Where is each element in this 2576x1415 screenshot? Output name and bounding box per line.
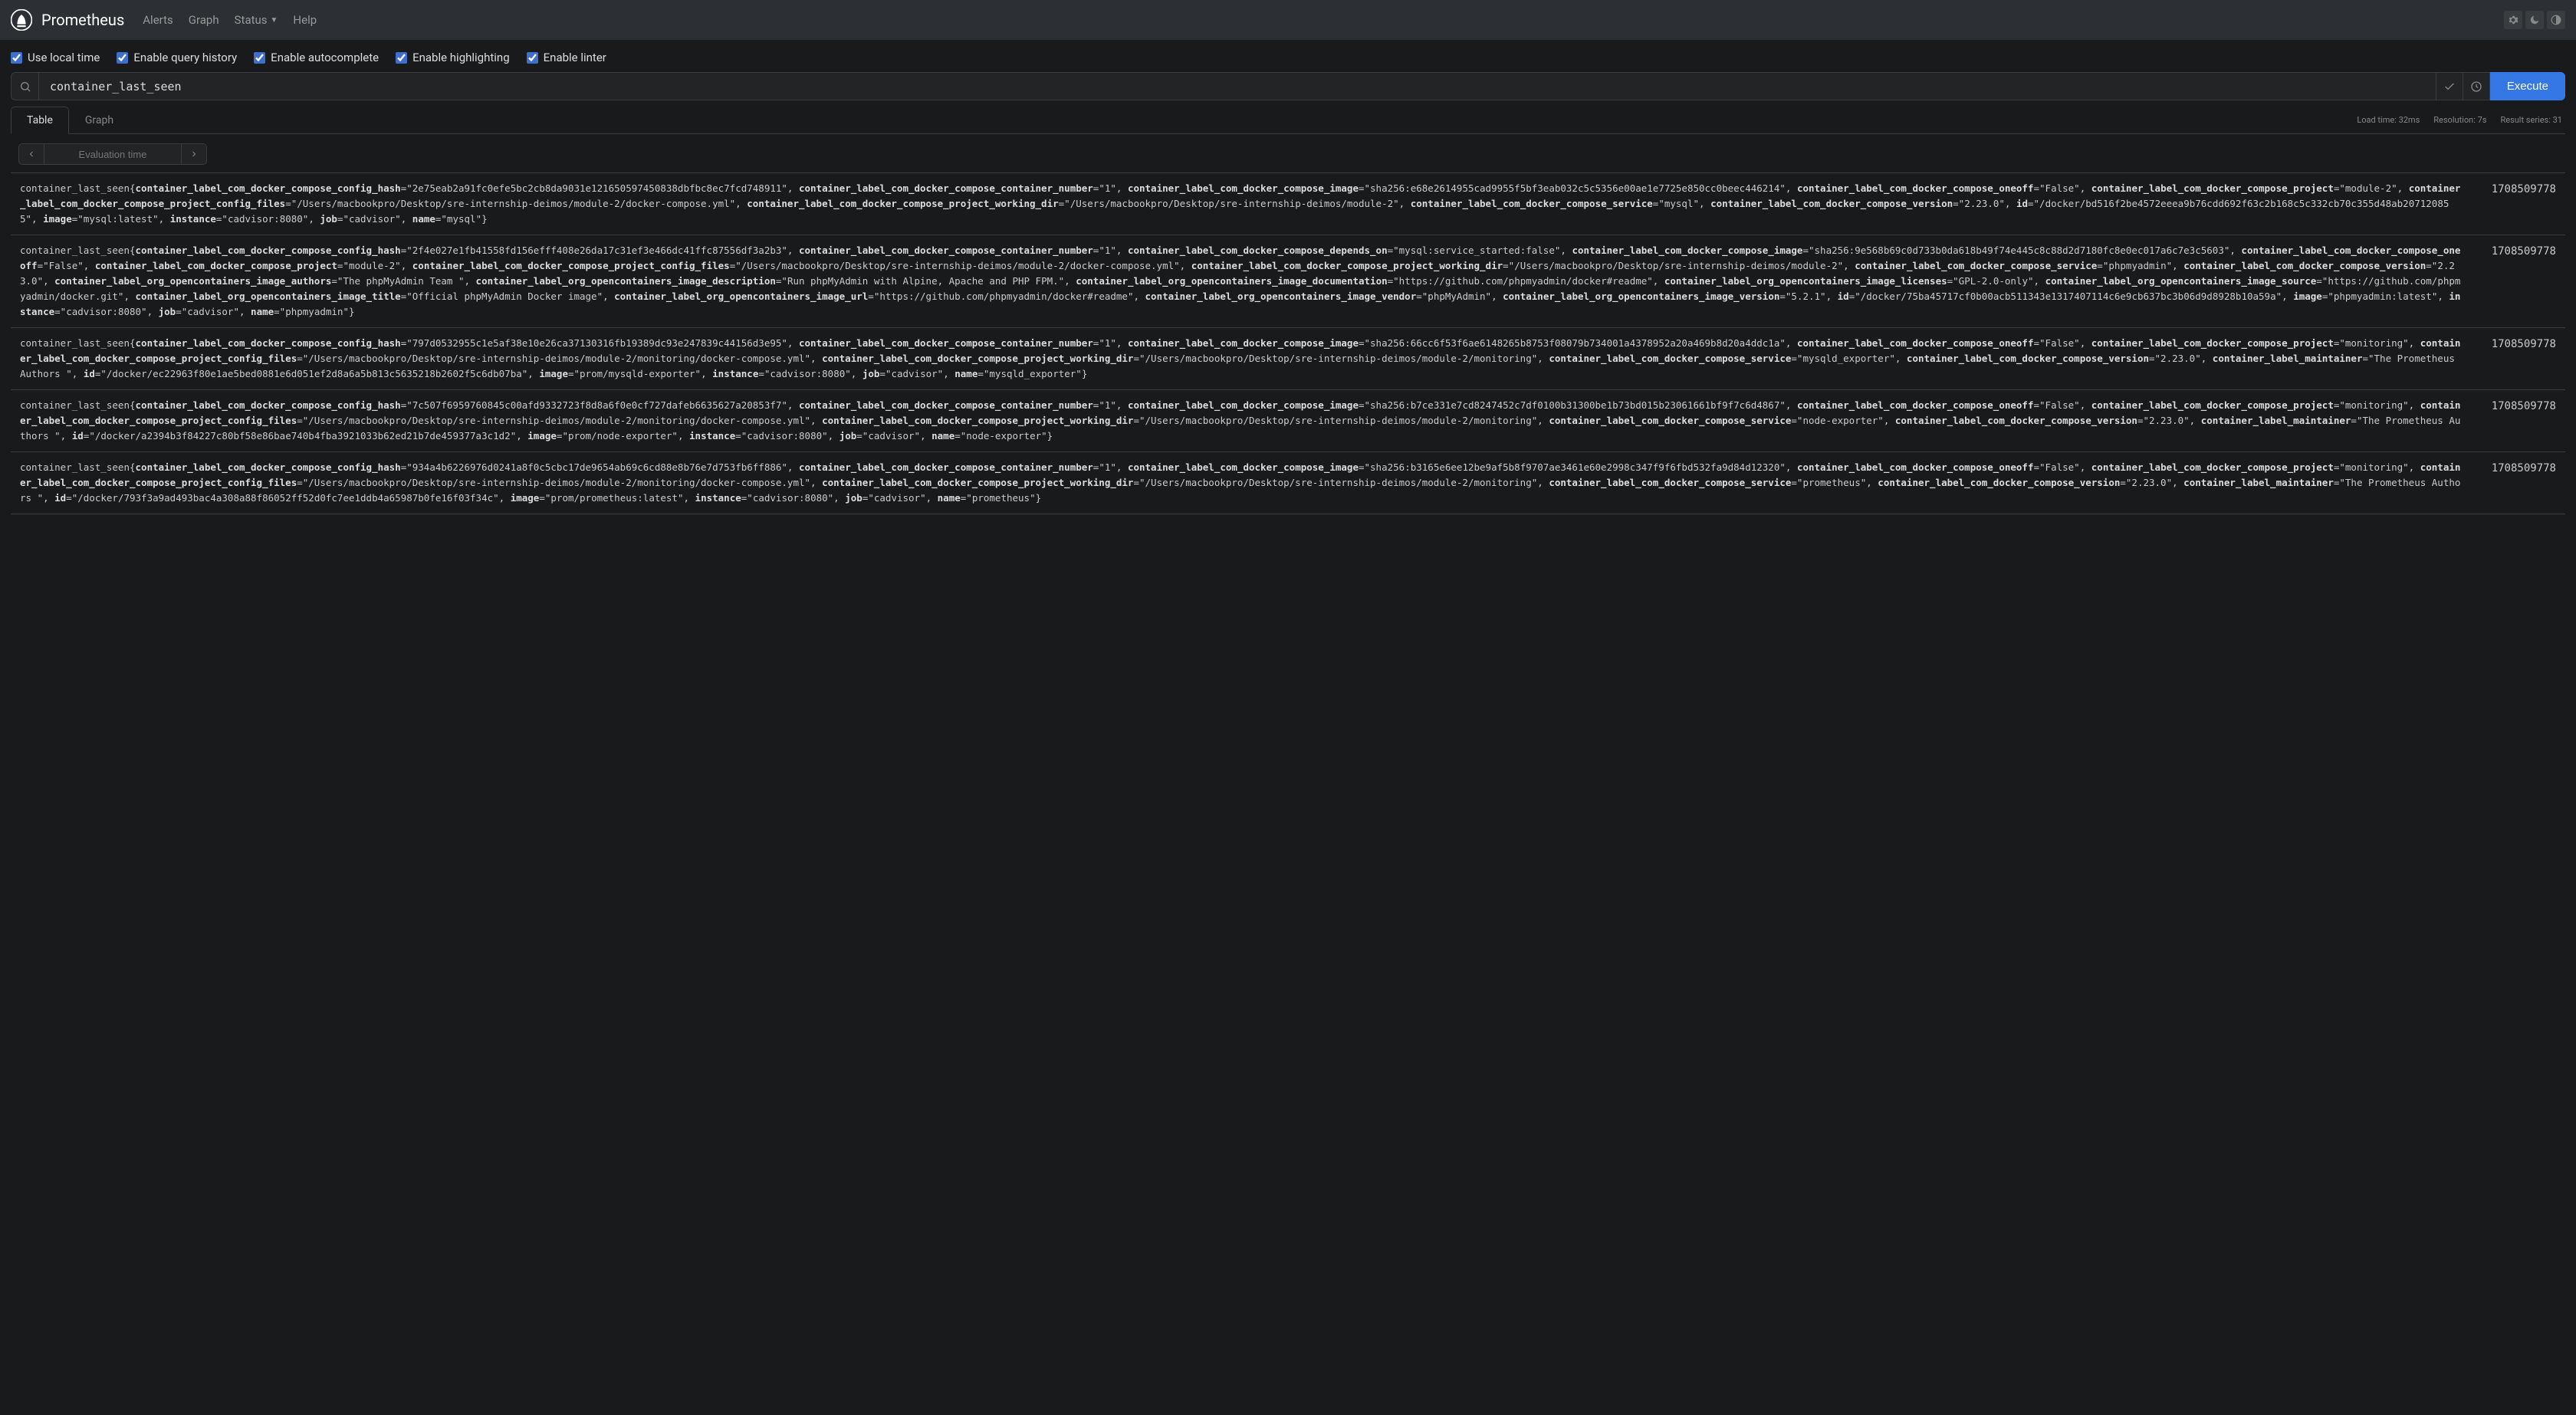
nav-alerts[interactable]: Alerts (143, 13, 173, 27)
metrics-explorer-icon[interactable] (11, 72, 39, 100)
contrast-icon[interactable] (2547, 11, 2565, 29)
navbar-brand[interactable]: Prometheus (11, 9, 124, 31)
options-bar: Use local time Enable query history Enab… (0, 40, 2576, 72)
tabs: Table Graph (11, 107, 130, 133)
result-value: 1708509778 (2464, 398, 2556, 444)
result-row: container_last_seen{container_label_com_… (11, 390, 2565, 452)
tab-table[interactable]: Table (11, 107, 69, 134)
tabs-row: Table Graph Load time: 32ms Resolution: … (11, 107, 2565, 134)
stat-series: Result series: 31 (2500, 115, 2562, 125)
navbar: Prometheus Alerts Graph Status ▼ Help (0, 0, 2576, 40)
result-value: 1708509778 (2464, 460, 2556, 506)
history-icon[interactable] (2463, 72, 2490, 100)
panel: Table Graph Load time: 32ms Resolution: … (11, 107, 2565, 514)
series-labels: container_last_seen{container_label_com_… (20, 460, 2464, 506)
navbar-right (2504, 11, 2565, 29)
theme-moon-icon[interactable] (2525, 11, 2544, 29)
query-row: Execute (0, 72, 2576, 107)
eval-time-input[interactable] (44, 144, 182, 164)
result-row: container_last_seen{container_label_com_… (11, 452, 2565, 514)
result-row: container_last_seen{container_label_com_… (11, 328, 2565, 390)
stat-load: Load time: 32ms (2357, 115, 2420, 125)
result-value: 1708509778 (2464, 336, 2556, 382)
series-labels: container_last_seen{container_label_com_… (20, 336, 2464, 382)
opt-autocomplete[interactable]: Enable autocomplete (254, 51, 379, 64)
nav-status[interactable]: Status ▼ (235, 13, 278, 27)
series-labels: container_last_seen{container_label_com_… (20, 398, 2464, 444)
nav-graph[interactable]: Graph (189, 13, 219, 27)
results-table: container_last_seen{container_label_com_… (11, 172, 2565, 514)
series-labels: container_last_seen{container_label_com_… (20, 243, 2464, 320)
stat-resolution: Resolution: 7s (2433, 115, 2486, 125)
opt-linter[interactable]: Enable linter (527, 51, 606, 64)
settings-icon[interactable] (2504, 11, 2522, 29)
opt-highlighting[interactable]: Enable highlighting (396, 51, 510, 64)
brand-text: Prometheus (41, 11, 124, 29)
eval-time-group (18, 143, 207, 165)
query-input[interactable] (39, 72, 2436, 100)
chevron-down-icon: ▼ (271, 16, 278, 25)
prometheus-logo-icon (11, 9, 32, 31)
result-row: container_last_seen{container_label_com_… (11, 235, 2565, 328)
nav-help[interactable]: Help (293, 13, 317, 27)
result-row: container_last_seen{container_label_com_… (11, 173, 2565, 235)
opt-local-time[interactable]: Use local time (11, 51, 100, 64)
eval-row (11, 134, 2565, 172)
eval-prev-button[interactable] (19, 144, 44, 164)
series-labels: container_last_seen{container_label_com_… (20, 181, 2464, 227)
eval-next-button[interactable] (182, 144, 206, 164)
stats: Load time: 32ms Resolution: 7s Result se… (2357, 115, 2565, 125)
tab-graph[interactable]: Graph (69, 107, 130, 133)
execute-button[interactable]: Execute (2490, 72, 2565, 100)
result-value: 1708509778 (2464, 243, 2556, 320)
opt-query-history[interactable]: Enable query history (117, 51, 237, 64)
result-value: 1708509778 (2464, 181, 2556, 227)
nav-links: Alerts Graph Status ▼ Help (143, 13, 317, 27)
format-icon[interactable] (2436, 72, 2463, 100)
